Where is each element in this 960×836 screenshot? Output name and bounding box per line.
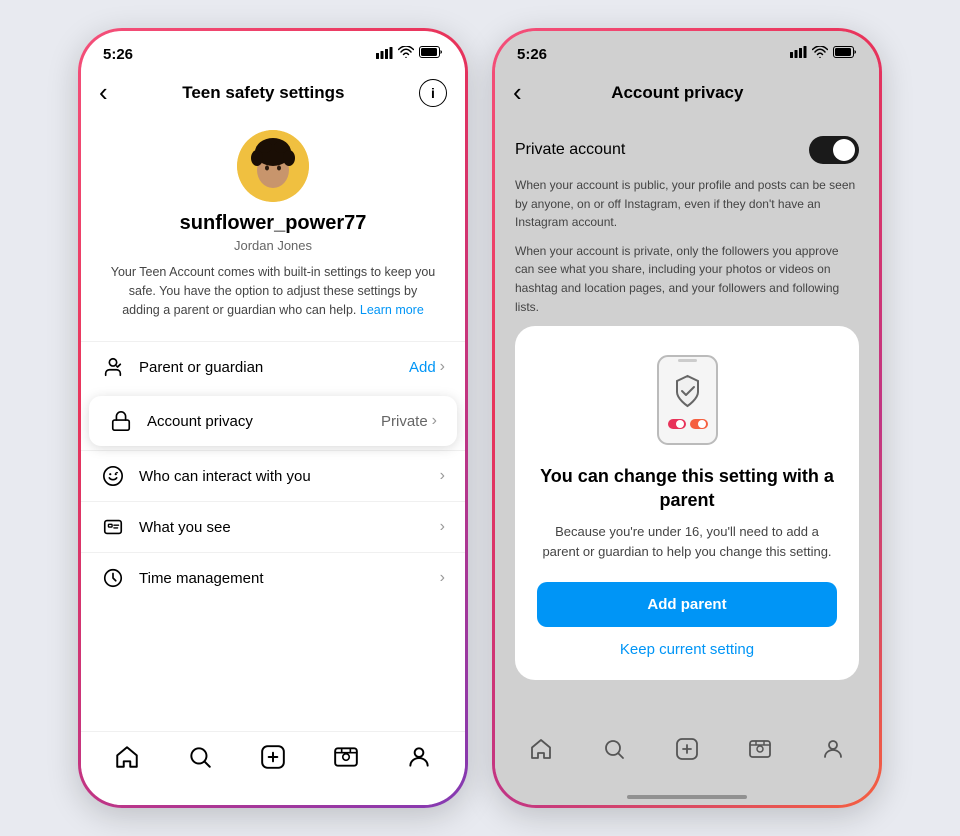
settings-item-privacy[interactable]: Account privacy Private › (89, 396, 457, 446)
settings-item-see[interactable]: What you see › (81, 501, 465, 552)
lock-icon (109, 409, 133, 433)
left-time: 5:26 (103, 46, 133, 63)
privacy-chevron: › (432, 412, 437, 430)
battery-icon (419, 45, 443, 63)
teen-description: Your Teen Account comes with built-in se… (81, 263, 465, 319)
left-header: ‹ Teen safety settings i (81, 69, 465, 120)
account-privacy-value: Private (381, 413, 428, 430)
right-signal-icon (790, 45, 807, 63)
interact-label: Who can interact with you (139, 468, 440, 485)
parent-guardian-label: Parent or guardian (139, 359, 409, 376)
eye-icon (101, 515, 125, 539)
right-content: Private account When your account is pub… (495, 120, 879, 727)
phone-shield-svg (650, 354, 725, 449)
left-header-title: Teen safety settings (182, 83, 344, 103)
modal-card: You can change this setting with a paren… (515, 326, 859, 680)
right-nav-home[interactable] (529, 737, 553, 767)
right-battery-icon (833, 45, 857, 63)
right-nav-reels[interactable] (748, 737, 772, 767)
right-time: 5:26 (517, 46, 547, 63)
interact-icon (101, 464, 125, 488)
nav-add[interactable] (260, 744, 286, 777)
see-label: What you see (139, 519, 440, 536)
right-screen: 5:26 (495, 31, 879, 805)
nav-home[interactable] (114, 744, 140, 777)
back-button-left[interactable]: ‹ (99, 77, 108, 108)
private-account-row: Private account (515, 120, 859, 176)
time-label: Time management (139, 570, 440, 587)
settings-item-time[interactable]: Time management › (81, 552, 465, 603)
left-bottom-nav (81, 731, 465, 805)
modal-description: Because you're under 16, you'll need to … (537, 522, 837, 562)
add-parent-button[interactable]: Add parent (537, 582, 837, 627)
right-header: ‹ Account privacy (495, 69, 879, 120)
learn-more-link[interactable]: Learn more (360, 303, 424, 317)
left-phone: 5:26 (78, 28, 468, 808)
clock-icon (101, 566, 125, 590)
home-indicator (627, 795, 747, 799)
parent-chevron: › (440, 358, 445, 376)
wifi-icon (398, 45, 414, 63)
right-nav-search[interactable] (602, 737, 626, 767)
right-header-title: Account privacy (611, 83, 743, 103)
right-nav-add[interactable] (675, 737, 699, 767)
avatar-image (237, 130, 309, 202)
modal-title: You can change this setting with a paren… (537, 465, 837, 512)
see-chevron: › (440, 518, 445, 536)
privacy-desc-2: When your account is private, only the f… (515, 242, 859, 316)
nav-profile[interactable] (406, 744, 432, 777)
settings-item-parent[interactable]: Parent or guardian Add › (81, 341, 465, 392)
realname: Jordan Jones (234, 238, 312, 253)
right-phone: 5:26 (492, 28, 882, 808)
left-status-bar: 5:26 (81, 31, 465, 69)
nav-search[interactable] (187, 744, 213, 777)
back-button-right[interactable]: ‹ (513, 77, 522, 108)
toggle-knob (833, 139, 855, 161)
privacy-desc-1: When your account is public, your profil… (515, 176, 859, 232)
private-account-toggle[interactable] (809, 136, 859, 164)
private-account-label: Private account (515, 141, 625, 159)
left-screen: 5:26 (81, 31, 465, 805)
parent-guardian-value: Add (409, 359, 436, 376)
right-status-bar: 5:26 (495, 31, 879, 69)
settings-item-interact[interactable]: Who can interact with you › (81, 450, 465, 501)
signal-icon (376, 47, 393, 62)
info-button[interactable]: i (419, 79, 447, 107)
person-icon (101, 355, 125, 379)
settings-list: Parent or guardian Add › Account privac (81, 341, 465, 731)
left-status-icons (376, 45, 443, 63)
right-bottom-nav (495, 727, 879, 795)
profile-section: sunflower_power77 Jordan Jones Your Teen… (81, 120, 465, 333)
right-status-icons (790, 45, 857, 63)
right-nav-profile[interactable] (821, 737, 845, 767)
time-chevron: › (440, 569, 445, 587)
account-privacy-label: Account privacy (147, 413, 381, 430)
right-wifi-icon (812, 45, 828, 63)
modal-phone-illustration (650, 354, 725, 449)
keep-current-button[interactable]: Keep current setting (620, 641, 754, 658)
interact-chevron: › (440, 467, 445, 485)
username: sunflower_power77 (180, 212, 367, 235)
nav-reels[interactable] (333, 744, 359, 777)
avatar (237, 130, 309, 202)
